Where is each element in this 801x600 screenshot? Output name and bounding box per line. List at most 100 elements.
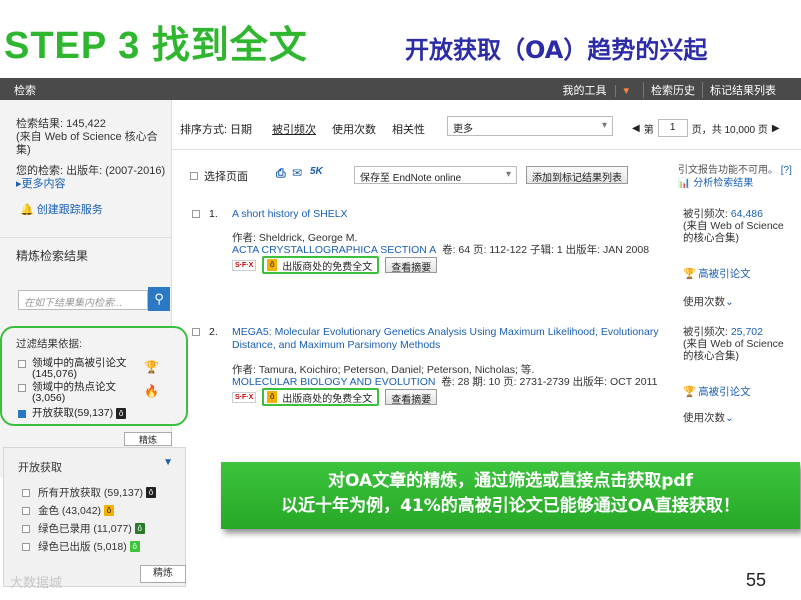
select-page-checkbox[interactable]	[190, 172, 198, 180]
sort-cited[interactable]: 被引频次	[272, 121, 316, 137]
flame-icon: 🔥	[144, 384, 159, 398]
record-title-link[interactable]: MEGA5: Molecular Evolutionary Genetics A…	[232, 326, 662, 352]
record-title-link[interactable]: A short history of SHELX	[232, 208, 662, 221]
oa-refine-button[interactable]: 精炼	[140, 565, 186, 583]
page-total: 页，共 10,000 页	[691, 124, 768, 136]
analyze-results-link[interactable]: 📊 分析检索结果	[678, 178, 753, 189]
create-alert-link[interactable]: 🔔 创建跟踪服务	[20, 201, 103, 217]
oa-filter-green-accepted[interactable]: 绿色已录用 (11,077) ô	[22, 521, 145, 536]
filter-hot-papers[interactable]: 领域中的热点论文 (3,056)	[18, 382, 116, 404]
sort-date[interactable]: 日期	[230, 121, 252, 137]
sort-more-select[interactable]: 更多 ▾	[447, 116, 613, 136]
sort-label: 排序方式:	[180, 124, 228, 136]
top-nav: 我的工具 ▾ 检索历史 标记结果列表	[548, 82, 783, 98]
highly-cited-badge[interactable]: 🏆 高被引论文	[683, 266, 751, 281]
oa-checkbox[interactable]	[22, 524, 30, 533]
watermark: 大数据城	[10, 576, 63, 591]
trophy-icon: 🏆	[683, 386, 697, 398]
refine-title: 精炼检索结果	[16, 249, 89, 263]
oa-checkbox[interactable]	[22, 488, 30, 497]
page-label: 第	[643, 124, 654, 136]
email-icon[interactable]: ✉	[292, 166, 302, 180]
search-icon: ⚲	[154, 291, 164, 306]
page-input[interactable]: 1	[657, 119, 688, 137]
prev-page-icon[interactable]: ◀	[632, 123, 640, 134]
results-count: 检索结果: 145,422	[16, 118, 106, 130]
endnote-select[interactable]: 保存至 EndNote online ▾	[354, 166, 517, 184]
print-icon[interactable]: ⎙	[276, 166, 286, 181]
free-fulltext-button[interactable]: ô 出版商处的免费全文	[262, 256, 380, 274]
oa-panel-title: 开放获取	[18, 462, 62, 474]
citation-number-link[interactable]: 64,486	[731, 208, 763, 220]
sort-usage[interactable]: 使用次数	[332, 121, 376, 137]
record-checkbox[interactable]	[192, 328, 200, 336]
filter-checkbox-checked[interactable]	[18, 410, 26, 418]
highly-cited-badge[interactable]: 🏆 高被引论文	[683, 384, 751, 399]
record-links: S·F·X ô 出版商处的免费全文 查看摘要	[232, 256, 438, 274]
oa-lock-icon: ô	[267, 391, 278, 403]
search-query: 您的检索: 出版年: (2007-2016)	[16, 165, 166, 177]
five-k-icon[interactable]: 5K	[310, 166, 323, 177]
record-checkbox[interactable]	[192, 210, 200, 218]
search-within-input[interactable]: 在如下结果集内检索...	[18, 290, 148, 310]
oa-lock-icon: ô	[267, 259, 278, 271]
citation-number-link[interactable]: 25,702	[731, 326, 763, 338]
filter-box: 过滤结果依据: 领域中的高被引论文 (145,076) 🏆 领域中的热点论文 (3,…	[0, 326, 188, 426]
usage-count[interactable]: 使用次数⌄	[683, 294, 734, 309]
chevron-down-icon: ⌄	[725, 412, 734, 424]
usage-count[interactable]: 使用次数⌄	[683, 410, 734, 425]
select-page[interactable]: 选择页面	[190, 168, 248, 184]
add-to-marked-button[interactable]: 添加到标记结果列表	[526, 166, 628, 184]
callout-line-2: 以近十年为例，41%的高被引论文已能够通过OA直接获取！	[281, 496, 740, 516]
slide-title: STEP 3 找到全文	[4, 25, 308, 67]
top-nav-bar: 检索 我的工具 ▾ 检索历史 标记结果列表	[0, 78, 801, 100]
oa-filter-all[interactable]: 所有开放获取 (59,137) ô	[22, 485, 157, 500]
sort-relevance[interactable]: 相关性	[392, 121, 425, 137]
results-main: 排序方式: 日期 被引频次 使用次数 相关性 更多 ▾ ◀ 第 1 页，共 10,…	[172, 100, 801, 478]
search-history: 您的检索: 出版年: (2007-2016) ▸更多内容	[16, 165, 166, 191]
oa-checkbox[interactable]	[22, 542, 30, 551]
filter-checkbox[interactable]	[18, 384, 26, 392]
record-source: ACTA CRYSTALLOGRAPHICA SECTION A 卷: 64 页…	[232, 244, 650, 256]
search-within-button[interactable]: ⚲	[148, 287, 170, 311]
chevron-down-icon[interactable]: ▼	[163, 457, 173, 468]
results-summary: 检索结果: 145,422 (来自 Web of Science 核心合集)	[16, 118, 161, 157]
chevron-down-icon: ⌄	[725, 296, 734, 308]
callout-box: 对OA文章的精炼，通过筛选或直接点击获取pdf 以近十年为例，41%的高被引论文…	[221, 462, 800, 529]
sfx-link[interactable]: S·F·X	[232, 391, 257, 403]
filter-checkbox[interactable]	[18, 360, 26, 368]
sfx-link[interactable]: S·F·X	[232, 259, 257, 271]
more-content-link[interactable]: ▸更多内容	[16, 178, 166, 191]
record-item: 2. MEGA5: Molecular Evolutionary Genetic…	[172, 326, 801, 446]
next-page-icon[interactable]: ▶	[772, 123, 780, 134]
open-access-panel: 开放获取 ▼ 所有开放获取 (59,137) ô 金色 (43,042) ô 绿色已…	[3, 447, 186, 587]
results-source: (来自 Web of Science 核心合集)	[16, 131, 158, 156]
view-abstract-button[interactable]: 查看摘要	[385, 257, 438, 274]
view-abstract-button[interactable]: 查看摘要	[385, 389, 438, 406]
bell-icon: 🔔	[20, 204, 34, 216]
nav-marked-list[interactable]: 标记结果列表	[702, 82, 783, 98]
free-fulltext-button[interactable]: ô 出版商处的免费全文	[262, 388, 380, 406]
citation-report-note: 引文报告功能不可用。 [?] 📊 分析检索结果	[678, 165, 792, 189]
wos-screenshot: 检索 我的工具 ▾ 检索历史 标记结果列表 检索结果: 145,422 (来自 W…	[0, 78, 801, 478]
citation-count: 被引频次: 25,702 (来自 Web of Science 的核心合集)	[683, 326, 784, 362]
oa-gold-icon: ô	[104, 505, 115, 516]
filter-title: 过滤结果依据:	[16, 338, 82, 350]
nav-search-history[interactable]: 检索历史	[643, 82, 702, 98]
chevron-down-icon: ▾	[505, 169, 511, 180]
trophy-icon: 🏆	[144, 360, 159, 374]
oa-checkbox[interactable]	[22, 506, 30, 515]
pager: ◀ 第 1 页，共 10,000 页 ▶	[632, 119, 780, 137]
oa-filter-green-published[interactable]: 绿色已出版 (5,018) ô	[22, 539, 140, 554]
oa-green-accepted-icon: ô	[134, 523, 145, 534]
journal-link[interactable]: MOLECULAR BIOLOGY AND EVOLUTION	[232, 376, 435, 388]
help-icon[interactable]: [?]	[781, 165, 792, 176]
refine-button[interactable]: 精炼	[124, 432, 172, 446]
search-link[interactable]: 检索	[14, 82, 36, 98]
journal-link[interactable]: ACTA CRYSTALLOGRAPHICA SECTION A	[232, 244, 436, 256]
filter-highly-cited[interactable]: 领域中的高被引论文 (145,076)	[18, 358, 127, 380]
nav-my-tools[interactable]: 我的工具 ▾	[548, 82, 643, 98]
filter-open-access[interactable]: 开放获取 (59,137) ô	[18, 408, 127, 419]
oa-filter-gold[interactable]: 金色 (43,042) ô	[22, 503, 115, 518]
oa-lock-icon: ô	[116, 408, 127, 419]
